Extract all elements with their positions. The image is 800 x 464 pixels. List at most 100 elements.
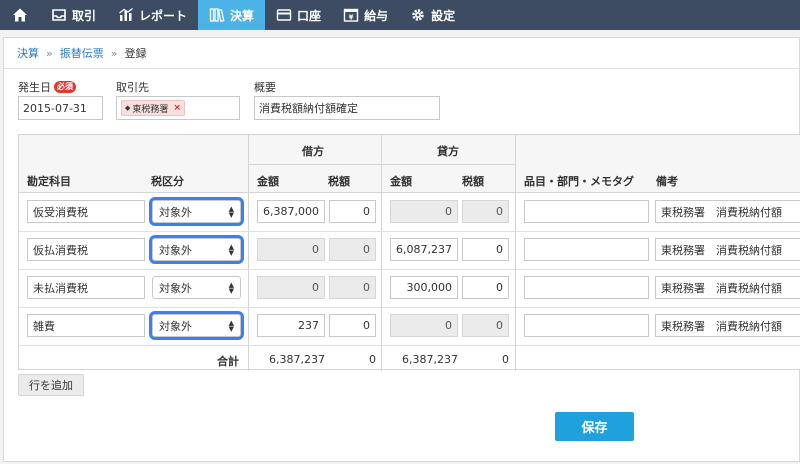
- nav-item-label: レポート: [139, 8, 188, 23]
- debit-tax-input[interactable]: 0: [329, 200, 376, 223]
- nav-item-label: 給与: [364, 8, 389, 23]
- nav-item-label: 決算: [230, 8, 255, 23]
- credit-amount-input: 0: [390, 314, 458, 337]
- divider: [381, 135, 382, 371]
- debit-amount-header: 金額: [257, 175, 279, 188]
- debit-tax-total: 0: [369, 353, 376, 366]
- debit-tax-input: 0: [329, 276, 376, 299]
- nav-item-label: 口座: [297, 8, 322, 23]
- item-input[interactable]: [524, 238, 649, 261]
- tax-category-header: 税区分: [151, 175, 184, 188]
- breadcrumb-link-closing[interactable]: 決算: [17, 45, 39, 61]
- tax-category-select[interactable]: 対象外 ▲ ▼: [149, 311, 244, 340]
- debit-tax-input[interactable]: 0: [329, 314, 376, 337]
- debit-amount-input[interactable]: 237: [257, 314, 325, 337]
- save-button[interactable]: 保存: [555, 412, 634, 441]
- summary-label: 概要: [254, 81, 276, 94]
- breadcrumb-link-transfer-slip[interactable]: 振替伝票: [60, 45, 104, 61]
- breadcrumb-current: 登録: [124, 47, 147, 60]
- tax-category-select[interactable]: 対象外 ▲ ▼: [149, 197, 244, 226]
- remarks-input[interactable]: 東税務署 消費税納付額: [655, 238, 800, 261]
- tax-category-select[interactable]: 対象外 ▲ ▼: [149, 235, 244, 264]
- account-input[interactable]: 未払消費税: [27, 276, 145, 299]
- row-divider: [19, 269, 800, 270]
- account-input[interactable]: 仮受消費税: [27, 200, 145, 223]
- credit-tax-input[interactable]: 0: [462, 238, 509, 261]
- tax-category-select[interactable]: 対象外 ▲ ▼: [152, 276, 241, 299]
- credit-amount-input[interactable]: 6,087,237: [390, 238, 458, 261]
- divider: [248, 164, 515, 165]
- tax-category-value: 対象外: [159, 319, 192, 333]
- nav-item-payroll[interactable]: ¥ 給与: [332, 0, 399, 30]
- select-arrows-icon: ▲ ▼: [228, 280, 234, 295]
- top-nav: 取引 レポート 決算 口座 ¥ 給与 設定: [0, 0, 800, 30]
- bar-chart-icon: [119, 8, 133, 21]
- account-header: 勘定科目: [27, 175, 71, 188]
- credit-tax-input: 0: [462, 314, 509, 337]
- breadcrumb-separator: »: [110, 46, 118, 60]
- credit-tax-total: 0: [502, 353, 509, 366]
- debit-amount-total: 6,387,237: [269, 353, 325, 366]
- nav-home[interactable]: [0, 0, 40, 30]
- nav-item-transactions[interactable]: 取引: [40, 0, 107, 30]
- row-divider: [19, 307, 800, 308]
- inbox-icon: [52, 9, 66, 21]
- credit-tax-input: 0: [462, 200, 509, 223]
- nav-item-settings[interactable]: 設定: [399, 0, 466, 30]
- nav-item-closing[interactable]: 決算: [198, 0, 266, 30]
- partner-tag-label: 東税務署: [132, 104, 169, 115]
- svg-text:¥: ¥: [349, 14, 354, 22]
- account-input[interactable]: 雑費: [27, 314, 145, 337]
- debit-tax-input: 0: [329, 238, 376, 261]
- credit-tax-header: 税額: [462, 175, 484, 188]
- journal-entry-panel: 決算 » 振替伝票 » 登録 発生日 必須 2015-07-31 取引先 ◆ 東…: [3, 37, 800, 462]
- debit-amount-input[interactable]: 6,387,000: [257, 200, 325, 223]
- debit-header: 借方: [302, 145, 324, 158]
- select-arrows-icon: ▲ ▼: [228, 242, 234, 257]
- date-value: 2015-07-31: [23, 101, 87, 115]
- date-label: 発生日 必須: [18, 79, 76, 95]
- debit-amount-input: 0: [257, 276, 325, 299]
- home-icon: [13, 8, 27, 22]
- books-icon: [209, 8, 225, 22]
- tax-category-value: 対象外: [159, 205, 192, 219]
- nav-item-label: 取引: [72, 8, 97, 23]
- nav-item-accounts[interactable]: 口座: [265, 0, 332, 30]
- totals-label: 合計: [217, 355, 239, 368]
- credit-header: 貸方: [437, 145, 459, 158]
- remarks-input[interactable]: 東税務署 消費税納付額: [655, 276, 800, 299]
- credit-amount-input: 0: [390, 200, 458, 223]
- divider: [515, 135, 516, 371]
- credit-tax-input[interactable]: 0: [462, 276, 509, 299]
- tag-icon: ◆: [125, 104, 131, 112]
- row-divider: [19, 345, 800, 346]
- payroll-icon: ¥: [343, 8, 359, 22]
- item-input[interactable]: [524, 200, 649, 223]
- partner-input[interactable]: ◆ 東税務署 ×: [116, 96, 240, 120]
- nav-item-label: 設定: [431, 8, 456, 23]
- item-header: 品目・部門・メモタグ: [524, 175, 634, 188]
- item-input[interactable]: [524, 276, 649, 299]
- debit-amount-input: 0: [257, 238, 325, 261]
- date-label-text: 発生日: [18, 81, 51, 94]
- summary-input[interactable]: 消費税額納付額確定: [254, 96, 440, 120]
- breadcrumb: 決算 » 振替伝票 » 登録: [4, 38, 800, 69]
- select-arrows-icon: ▲ ▼: [228, 204, 234, 219]
- credit-amount-input[interactable]: 300,000: [390, 276, 458, 299]
- debit-tax-header: 税額: [328, 175, 350, 188]
- account-input[interactable]: 仮払消費税: [27, 238, 145, 261]
- tax-category-value: 対象外: [159, 243, 192, 257]
- remarks-input[interactable]: 東税務署 消費税納付額: [655, 314, 800, 337]
- date-input[interactable]: 2015-07-31: [18, 96, 103, 120]
- nav-item-reports[interactable]: レポート: [107, 0, 198, 30]
- credit-amount-total: 6,387,237: [402, 353, 458, 366]
- credit-amount-header: 金額: [390, 175, 412, 188]
- remarks-input[interactable]: 東税務署 消費税納付額: [655, 200, 800, 223]
- summary-value: 消費税額納付額確定: [259, 102, 358, 115]
- gear-icon: [412, 9, 424, 21]
- journal-table: 借方 貸方 勘定科目 税区分 金額 税額 金額 税額 品目・部門・メモタグ 備考…: [18, 134, 800, 371]
- item-input[interactable]: [524, 314, 649, 337]
- add-row-button[interactable]: 行を追加: [18, 374, 84, 396]
- remove-tag-icon[interactable]: ×: [173, 103, 181, 113]
- select-arrows-icon: ▲ ▼: [228, 318, 234, 333]
